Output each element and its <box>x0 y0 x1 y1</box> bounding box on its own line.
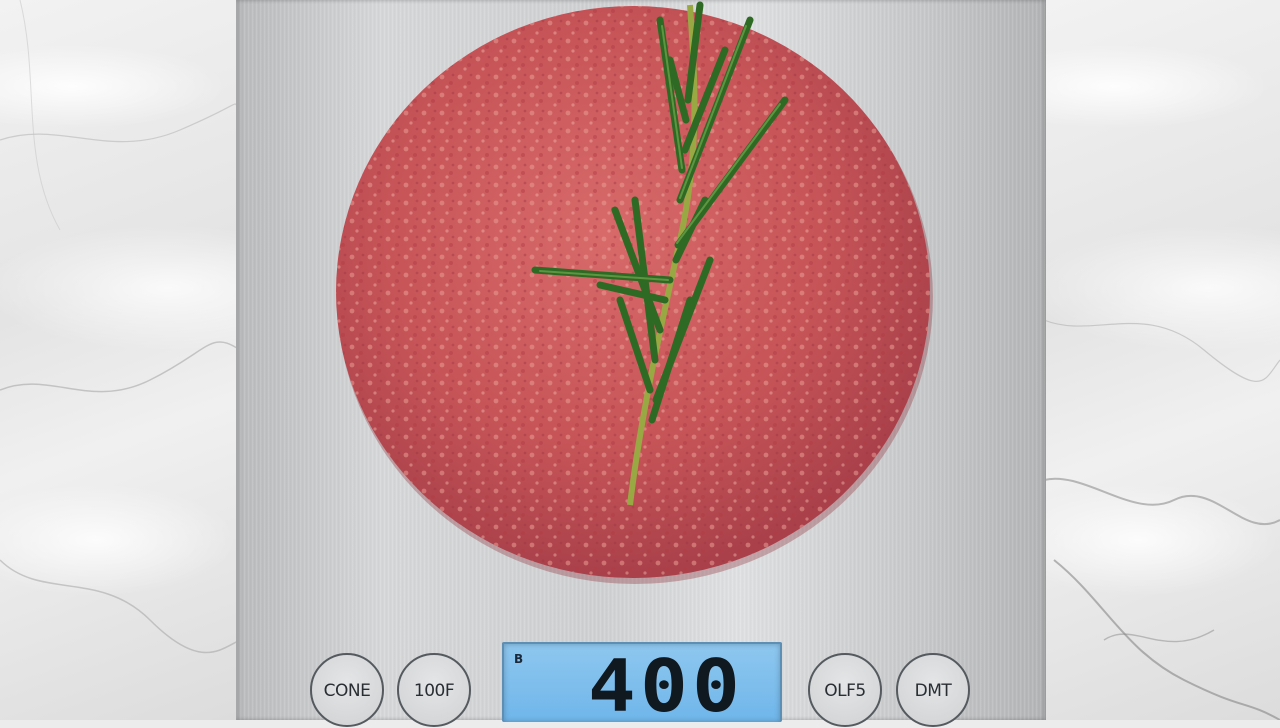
weight-readout: 400 <box>588 644 745 728</box>
cone-button[interactable]: CONE <box>310 653 384 727</box>
patty-illustration <box>336 1 933 584</box>
dmt-button-label: DMT <box>914 681 952 701</box>
cone-button-label: CONE <box>323 681 371 701</box>
100f-button[interactable]: 100F <box>397 653 471 727</box>
dmt-button[interactable]: DMT <box>896 653 970 727</box>
marble-countertop-right <box>1044 0 1280 720</box>
marble-countertop-left <box>0 0 240 720</box>
100f-button-label: 100F <box>413 681 455 701</box>
olf5-button[interactable]: OLF5 <box>808 653 882 727</box>
display-mode-indicator: B <box>514 652 524 666</box>
marble-veins-right <box>1044 319 1280 720</box>
olf5-button-label: OLF5 <box>824 681 866 701</box>
marble-veins-left <box>0 0 240 654</box>
scale-lcd-display: B 400 <box>502 642 782 726</box>
